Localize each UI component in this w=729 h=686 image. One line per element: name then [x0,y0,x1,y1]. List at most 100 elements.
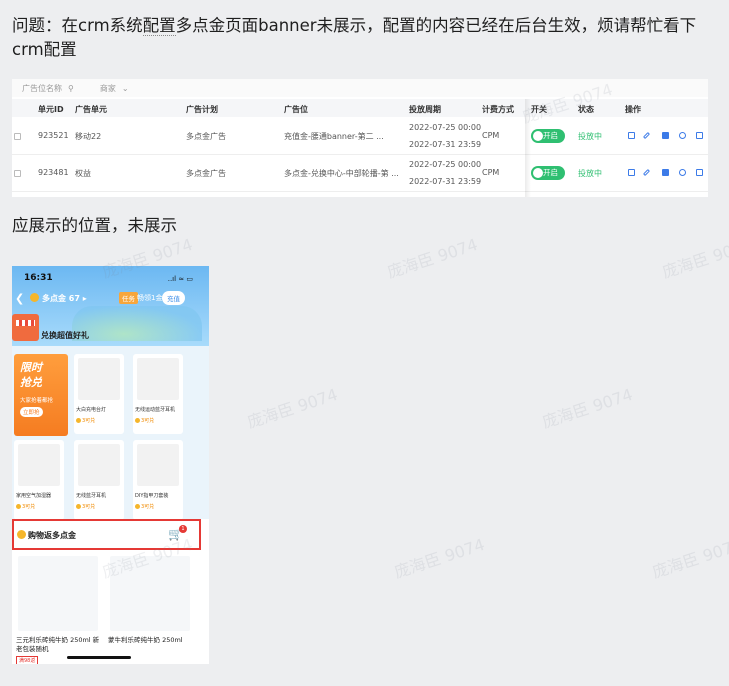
file-icon[interactable] [696,132,703,139]
section-title: 兑换超值好礼 [41,331,89,340]
question-dotted-term: 配置 [142,16,176,36]
product-name: 三元利乐砖纯牛奶 250ml 新老包装随机 [16,636,100,653]
milk-product-image[interactable] [110,556,190,631]
recharge-button[interactable]: 充值 [162,291,185,305]
column-header: 广告计划 [186,105,218,114]
product-image [18,444,60,486]
product-tag: 满98返 [16,656,39,664]
watermark: 庞海臣 9074 [244,384,340,432]
promo-title-line: 限时 [20,361,42,374]
product-name: 无线运动蓝牙耳机 [135,407,176,413]
table-header: 单元ID 广告单元 广告计划 广告位 投放周期 计费方式 开关 状态 操作 [12,99,708,117]
filter-field-label[interactable]: 广告位名称 [22,83,62,94]
column-header: 开关 [531,105,547,114]
product-price: 3可兑 [135,417,154,424]
section-label: 应展示的位置，未展示 [12,216,177,235]
crm-filter-bar: 广告位名称 ⚲ 商家 ⌄ [12,79,708,97]
column-header: 状态 [578,105,594,114]
product-name: 大白充电台灯 [76,407,107,413]
banner-decoration [72,306,202,341]
coin-icon [30,293,39,302]
cell-plan: 多点金广告 [186,169,226,178]
product-card[interactable]: 无线运动蓝牙耳机 3可兑 [133,354,183,434]
cell-billing: CPM [482,168,500,177]
stats-icon[interactable] [662,132,669,139]
status-icons: ..ıl ≈ ▭ [167,275,193,283]
product-image [78,444,120,486]
view-icon[interactable] [679,132,686,139]
product-price: 3可兑 [135,503,154,510]
cell-start: 2022-07-25 00:00 [409,160,482,169]
cell-billing: CPM [482,131,500,140]
product-image [78,358,120,400]
product-name: 蒙牛利乐砖纯牛奶 250ml [108,636,183,644]
cell-unit[interactable]: 移动22 [75,131,101,142]
promo-title: 限时 抢兑 [20,360,42,390]
promo-subtitle: 大家抢着都抢 [20,398,54,404]
back-icon[interactable]: ❮ [15,292,24,305]
chevron-down-icon[interactable]: ⌄ [122,84,129,93]
daily-label: 畅领1金 [137,294,163,302]
question-label: 问题： [12,16,62,35]
column-header: 广告单元 [75,105,107,114]
cell-end: 2022-07-31 23:59 [409,177,482,186]
stats-icon[interactable] [662,169,669,176]
product-price: 3可兑 [16,503,35,510]
table-row: 923481 权益 多点金广告 多点金-兑换中心-中部轮播-第 ... 2022… [12,155,708,192]
shop-icon [12,314,39,341]
cell-slot: 充值金-腰通banner-第二 ... [284,132,384,141]
view-icon[interactable] [679,169,686,176]
promo-card[interactable]: 限时 抢兑 大家抢着都抢 立即抢 [14,354,68,436]
product-card[interactable]: 大白充电台灯 3可兑 [74,354,124,434]
watermark: 庞海臣 9074 [391,534,487,582]
crm-table-screenshot: 广告位名称 ⚲ 商家 ⌄ 单元ID 广告单元 广告计划 广告位 投放周期 计费方… [12,79,708,197]
row-checkbox[interactable] [14,133,21,140]
copy-icon[interactable] [628,132,635,139]
points-value: 67 [68,294,80,303]
product-card[interactable]: 家用空气加湿器 3可兑 [14,440,64,520]
points-label: 多点金 [42,294,66,303]
filter-merchant-label[interactable]: 商家 [100,83,116,94]
fixed-column-shadow [525,99,531,197]
product-name: 家用空气加湿器 [16,493,52,499]
edit-icon[interactable] [642,131,651,140]
cell-start: 2022-07-25 00:00 [409,123,482,132]
promo-button[interactable]: 立即抢 [20,407,43,417]
product-name: 无线蓝牙耳机 [76,493,107,499]
watermark: 庞海臣 9074 [384,234,480,282]
switch-toggle[interactable]: 开启 [531,166,565,180]
milk-product-image[interactable] [18,556,98,631]
column-header: 操作 [625,105,641,114]
edit-icon[interactable] [642,168,651,177]
row-checkbox[interactable] [14,170,21,177]
task-badge[interactable]: 任务 [119,292,138,304]
cell-id: 923521 [38,131,69,140]
product-price: 3可兑 [76,417,95,424]
cell-slot: 多点金-兑换中心-中部轮播-第 ... [284,169,399,178]
product-image [137,444,179,486]
product-price: 3可兑 [76,503,95,510]
status-badge: 投放中 [578,169,602,178]
product-image [137,358,179,400]
file-icon[interactable] [696,169,703,176]
product-card[interactable]: DIY指甲刀套装 3可兑 [133,440,183,520]
column-header: 单元ID [38,105,64,114]
cell-id: 923481 [38,168,69,177]
cell-unit[interactable]: 权益 [75,168,91,179]
copy-icon[interactable] [628,169,635,176]
watermark: 庞海臣 9074 [649,534,729,582]
home-indicator [67,656,131,659]
status-time: 16:31 [24,273,53,283]
table-row: 923521 移动22 多点金广告 充值金-腰通banner-第二 ... 20… [12,118,708,155]
points-display: 多点金 67 ▸ [42,294,87,303]
cell-plan: 多点金广告 [186,132,226,141]
cart-badge: 1 [179,525,187,533]
question-text: 问题：在crm系统配置多点金页面banner未展示，配置的内容已经在后台生效，烦… [12,14,724,62]
product-card[interactable]: 无线蓝牙耳机 3可兑 [74,440,124,520]
question-part: 在crm系统 [61,16,143,35]
cell-end: 2022-07-31 23:59 [409,140,482,149]
missing-banner-highlight: 购物返多点金 🛒 1 [12,519,201,550]
column-header: 投放周期 [409,105,441,114]
switch-toggle[interactable]: 开启 [531,129,565,143]
search-icon[interactable]: ⚲ [68,84,74,93]
